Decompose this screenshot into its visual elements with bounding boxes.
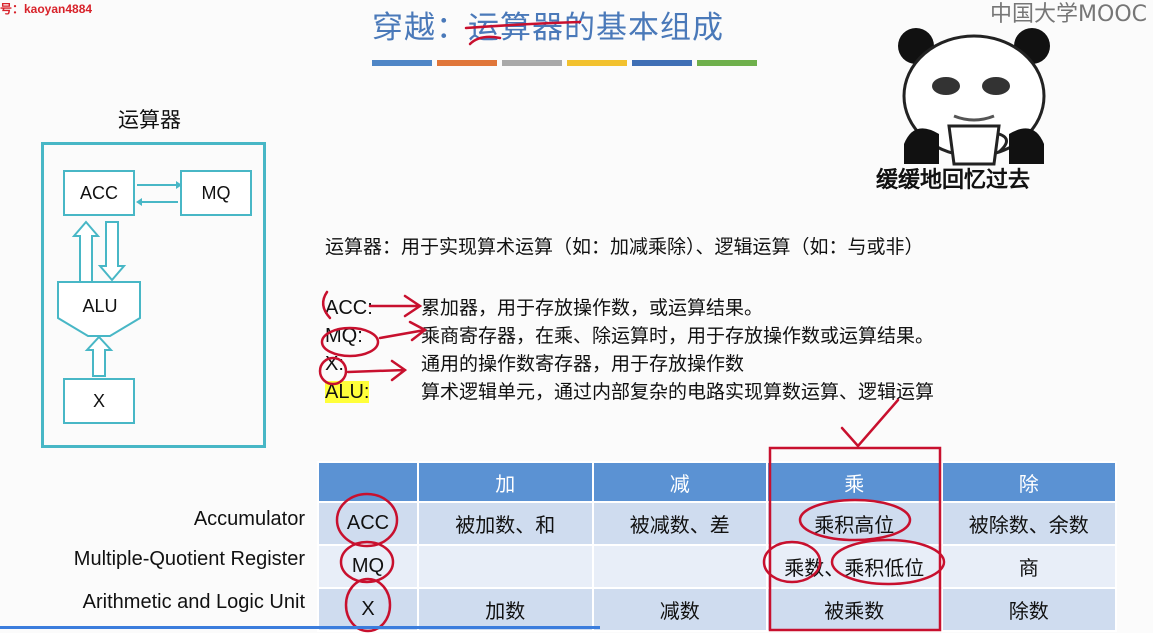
row-label-mq-register: Multiple-Quotient Register <box>73 548 305 570</box>
title-bar-5 <box>632 60 692 66</box>
title-bar-4 <box>567 60 627 66</box>
table-cell: ACC <box>317 501 419 546</box>
definition-term: ALU: <box>325 381 370 403</box>
table-header-cell: 除 <box>940 461 1117 503</box>
table-cell: 除数 <box>940 587 1117 632</box>
definition-term: MQ: <box>325 325 363 347</box>
checkmark <box>840 398 900 448</box>
definition-text: 累加器，用于存放操作数，或运算结果。 <box>421 297 764 319</box>
definition-text: 通用的操作数寄存器，用于存放操作数 <box>421 353 745 375</box>
title-bar-6 <box>697 60 757 66</box>
table-header-cell: 乘 <box>766 461 943 503</box>
definition-acc: ACC: 累加器，用于存放操作数，或运算结果。 <box>325 294 934 322</box>
table-cell <box>591 544 768 589</box>
definition-text: 算术逻辑单元，通过内部复杂的电路实现算数运算、逻辑运算 <box>421 381 935 403</box>
table-header-cell: 加 <box>417 461 594 503</box>
table-row: ACC 被加数、和 被减数、差 乘积高位 被除数、余数 <box>317 501 1117 546</box>
table-header-row: 加 减 乘 除 <box>317 461 1117 503</box>
x-to-alu-arrow <box>84 335 114 377</box>
title-bar-1 <box>372 60 432 66</box>
register-usage-table: 加 减 乘 除 ACC 被加数、和 被减数、差 乘积高位 被除数、余数 MQ 乘… <box>317 461 1117 632</box>
table-row: X 加数 减数 被乘数 除数 <box>317 587 1117 632</box>
meme-caption: 缓缓地回忆过去 <box>876 168 1031 193</box>
slide-title: 穿越：运算器的基本组成 <box>372 10 724 46</box>
table-cell: 减数 <box>591 587 768 632</box>
table-header-cell <box>317 461 419 503</box>
alu-node-label: ALU <box>82 295 118 316</box>
table-cell: 被乘数 <box>766 587 943 632</box>
table-cell: 商 <box>940 544 1117 589</box>
definition-term: X: <box>325 353 344 375</box>
definition-x: X: 通用的操作数寄存器，用于存放操作数 <box>325 350 934 378</box>
table-cell: 乘积高位 <box>766 501 943 546</box>
title-bar-3 <box>502 60 562 66</box>
table-cell: 被加数、和 <box>417 501 594 546</box>
definition-term: ACC: <box>325 297 373 319</box>
table-header-cell: 减 <box>591 461 768 503</box>
title-bar-2 <box>437 60 497 66</box>
table-cell: 被除数、余数 <box>940 501 1117 546</box>
table-row: MQ 乘数、乘积低位 商 <box>317 544 1117 589</box>
table-cell: X <box>317 587 419 632</box>
panda-meme-image <box>898 28 1050 166</box>
definition-list: ACC: 累加器，用于存放操作数，或运算结果。 MQ: 乘商寄存器，在乘、除运算… <box>325 294 934 406</box>
table-cell: 被减数、差 <box>591 501 768 546</box>
row-label-accumulator: Accumulator <box>193 508 305 530</box>
definition-mq: MQ: 乘商寄存器，在乘、除运算时，用于存放操作数或运算结果。 <box>325 322 934 350</box>
table-cell <box>417 544 594 589</box>
table-cell: 加数 <box>417 587 594 632</box>
diagram-connectors <box>57 181 182 377</box>
definition-text: 乘商寄存器，在乘、除运算时，用于存放操作数或运算结果。 <box>421 325 935 347</box>
row-label-alu: Arithmetic and Logic Unit <box>82 591 305 613</box>
table-cell: 乘数、乘积低位 <box>766 544 943 589</box>
alu-description: 运算器：用于实现算术运算（如：加减乘除）、逻辑运算（如：与或非） <box>325 236 924 258</box>
table-cell: MQ <box>317 544 419 589</box>
progress-bar <box>0 626 600 629</box>
alu-to-acc-arrow <box>71 220 101 283</box>
acc-to-alu-arrow <box>97 221 127 282</box>
definition-alu: ALU: 算术逻辑单元，通过内部复杂的电路实现算数运算、逻辑运算 <box>325 378 934 406</box>
